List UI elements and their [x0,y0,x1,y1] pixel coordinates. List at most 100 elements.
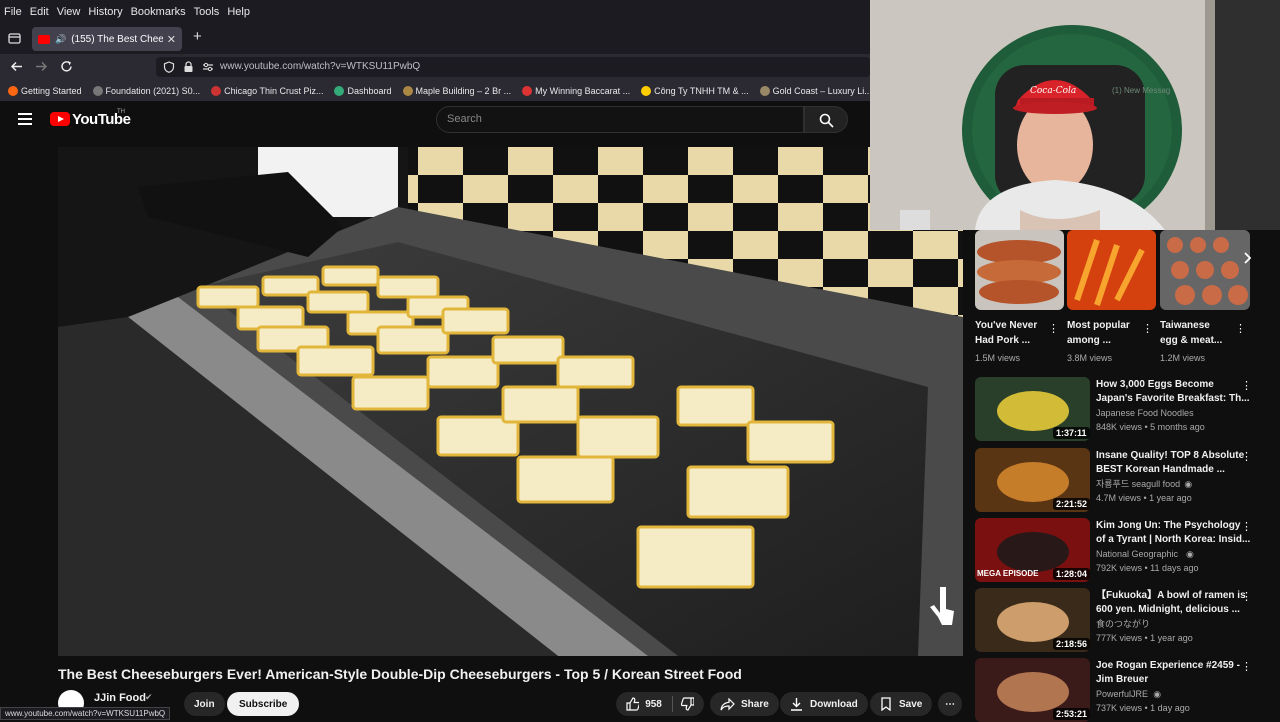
bookmark-item[interactable]: My Winning Baccarat ... [522,85,631,96]
bookmark-item[interactable]: Foundation (2021) S0... [92,85,200,96]
bookmark-item[interactable]: Maple Building – 2 Br ... [402,85,512,96]
short-menu-3-icon[interactable]: ⋮ [1235,322,1246,335]
recommendation-menu-icon[interactable]: ⋮ [1241,450,1252,463]
bookmark-favicon-icon [211,85,222,96]
recommendation-channel[interactable]: Japanese Food Noodles [1096,407,1194,419]
verified-icon: ◉ [1184,479,1193,489]
recommendation-title-line1[interactable]: Joe Rogan Experience #2459 - [1096,659,1240,672]
bookmark-item[interactable]: Gold Coast – Luxury Li... [759,85,870,96]
hamburger-menu-icon[interactable] [18,113,32,128]
like-icon[interactable] [626,697,640,711]
video-duration: 1:37:11 [1053,427,1090,439]
recommendation-channel[interactable]: 자룡푸드 seagull food [1096,478,1180,490]
shield-icon[interactable] [163,61,175,73]
bookmark-label: My Winning Baccarat ... [535,85,631,96]
menu-file[interactable]: File [4,6,22,18]
recommendation-title-line2[interactable]: Jim Breuer [1096,673,1148,686]
speaker-icon[interactable]: 🔊 [55,34,66,45]
tab-list-icon[interactable] [8,32,21,45]
short-title-2a[interactable]: Most popular [1067,319,1130,332]
join-button[interactable]: Join [184,692,225,716]
recommendation-title-line2[interactable]: Japan's Favorite Breakfast: Th... [1096,392,1250,405]
menu-tools[interactable]: Tools [194,6,220,18]
close-tab-icon[interactable]: ✕ [167,33,176,46]
menu-help[interactable]: Help [227,6,250,18]
recommendation-title-line2[interactable]: 600 yen. Midnight, delicious ... [1096,603,1240,616]
short-title-3a[interactable]: Taiwanese [1160,319,1210,332]
recommendation-channel[interactable]: National Geographic [1096,548,1178,560]
subscribe-button[interactable]: Subscribe [227,692,300,716]
bookmark-favicon-icon [759,85,770,96]
recommendation-menu-icon[interactable]: ⋮ [1241,660,1252,673]
recommendation-meta: 4.7M views • 1 year ago [1096,493,1192,503]
recommendation-title-line2[interactable]: of a Tyrant | North Korea: Insid... [1096,533,1250,546]
recommendation-menu-icon[interactable]: ⋮ [1241,590,1252,603]
recommendation-menu-icon[interactable]: ⋮ [1241,520,1252,533]
tab-title: (155) The Best Cheeseburge [71,33,163,45]
bookmark-item[interactable]: Dashboard [334,85,392,96]
short-title-1b[interactable]: Had Pork ... [975,334,1030,347]
lock-icon[interactable] [183,61,194,73]
bookmark-label: Maple Building – 2 Br ... [415,85,512,96]
page-settings-icon[interactable] [202,62,214,72]
recommendation-title-line2[interactable]: BEST Korean Handmade ... [1096,463,1225,476]
short-views-1: 1.5M views [975,353,1021,363]
recommendation-channel[interactable]: 食のつながり [1096,618,1150,630]
webcam-message-text: (1) New Messag [1112,86,1171,95]
recommendation-title-line1[interactable]: How 3,000 Eggs Become [1096,378,1214,391]
bookmark-item[interactable]: Công Ty TNHH TM & ... [641,85,749,96]
share-button[interactable]: Share [710,692,779,716]
youtube-favicon-icon [38,34,50,44]
shorts-next-icon[interactable] [1239,250,1255,266]
bookmark-label: Gold Coast – Luxury Li... [772,85,870,96]
bookmark-label: Chicago Thin Crust Piz... [224,85,324,96]
share-label: Share [741,698,769,710]
short-thumbnail-1[interactable] [975,230,1064,310]
active-tab[interactable]: 🔊 (155) The Best Cheeseburge ✕ [32,27,182,51]
url-text[interactable]: www.youtube.com/watch?v=WTKSU11PwbQ [220,61,420,72]
recommendation-channel[interactable]: PowerfulJRE [1096,688,1148,700]
short-thumbnail-2[interactable] [1067,230,1156,310]
menu-edit[interactable]: Edit [30,6,49,18]
bookmark-label: Getting Started [21,85,82,96]
recommendation-title-line1[interactable]: Kim Jong Un: The Psychology [1096,519,1240,532]
download-button[interactable]: Download [780,692,868,716]
short-title-2b[interactable]: among ... [1067,334,1111,347]
channel-verified-icon: ✔ [145,692,153,702]
video-player[interactable] [58,147,963,656]
save-button[interactable]: Save [870,692,933,716]
recommendation-title-line1[interactable]: 【Fukuoka】A bowl of ramen is [1096,589,1246,602]
bookmark-favicon-icon [8,85,18,96]
bookmark-item[interactable]: Getting Started [8,85,82,96]
channel-name[interactable]: JJin Food [94,692,146,704]
dislike-icon[interactable] [680,697,694,711]
short-thumbnail-3[interactable] [1160,230,1250,310]
back-icon[interactable] [10,60,23,73]
bookmark-item[interactable]: Chicago Thin Crust Piz... [211,85,324,96]
recommendation-menu-icon[interactable]: ⋮ [1241,379,1252,392]
short-title-1a[interactable]: You've Never [975,319,1037,332]
menu-history[interactable]: History [88,6,122,18]
menu-view[interactable]: View [57,6,81,18]
menu-bookmarks[interactable]: Bookmarks [131,6,186,18]
more-actions-button[interactable]: ⋯ [938,692,962,716]
short-title-3b[interactable]: egg & meat... [1160,334,1222,347]
recommendation-title-line1[interactable]: Insane Quality! TOP 8 Absolute [1096,449,1244,462]
search-input[interactable]: Search [436,106,804,133]
reload-icon[interactable] [60,60,73,73]
like-dislike-group: 958 [616,692,704,716]
bookmark-label: Công Ty TNHH TM & ... [654,85,749,96]
episode-badge: MEGA EPISODE [977,569,1039,578]
search-button[interactable] [804,106,848,133]
new-tab-icon[interactable]: + [193,28,202,45]
video-duration: 2:21:52 [1053,498,1091,510]
forward-icon[interactable] [35,60,48,73]
short-menu-2-icon[interactable]: ⋮ [1142,322,1153,335]
hat-logo-text: Coca-Cola [1030,86,1077,96]
youtube-logo-icon[interactable] [50,112,70,126]
bookmark-favicon-icon [334,85,345,96]
save-label: Save [899,698,923,710]
short-menu-1-icon[interactable]: ⋮ [1048,322,1059,335]
bookmark-favicon-icon [92,85,103,96]
browser-menubar: File Edit View History Bookmarks Tools H… [0,0,870,24]
